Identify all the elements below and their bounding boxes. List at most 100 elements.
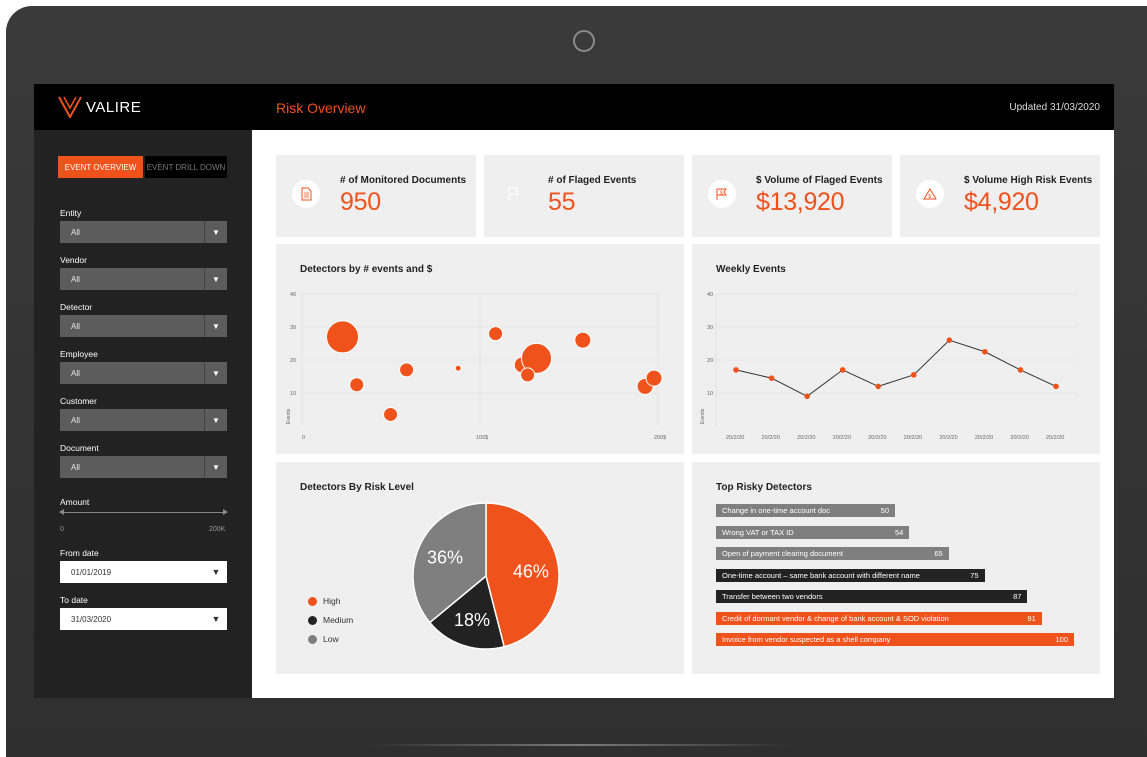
slider-handle-max[interactable] — [223, 509, 228, 515]
chevron-down-icon[interactable]: ▼ — [204, 409, 227, 431]
bar-value: 50 — [880, 506, 889, 515]
y-tick-label: 40 — [707, 292, 713, 298]
kpi-label: # of Flaged Events — [548, 175, 637, 186]
line-chart: 10 20 30 40 20/2/20 20/2/20 20/2/20 20/2/20 20/2… — [700, 292, 1078, 441]
x-tick-label: 20/2/20 — [1046, 435, 1064, 441]
line-point — [733, 367, 739, 373]
chevron-down-icon[interactable]: ▼ — [204, 268, 227, 290]
kpi-value: 55 — [548, 188, 576, 216]
to-date-picker[interactable]: 31/03/2020 ▼ — [60, 608, 227, 630]
y-tick-label: 40 — [290, 292, 296, 298]
bubble-point — [349, 377, 365, 393]
updated-timestamp: Updated 31/03/2020 — [1009, 102, 1100, 113]
pie-slice-label: 36% — [427, 548, 463, 568]
customer-select[interactable]: All ▼ — [60, 409, 227, 431]
page-title: Risk Overview — [276, 100, 366, 116]
x-tick-label: 20/2/20 — [1010, 435, 1028, 441]
bar-label: Transfer between two vendors — [722, 592, 823, 601]
bar-value: 91 — [1027, 613, 1036, 623]
x-tick-label: 0 — [302, 435, 305, 441]
bar-label: Credit of dormant vendor & change of ban… — [722, 613, 949, 623]
bubble-chart-card: Detectors by # events and $ 10 20 30 40 0 100… — [276, 244, 684, 454]
flag-icon — [500, 180, 528, 208]
to-date-label: To date — [60, 595, 88, 605]
document-select-value: All — [71, 462, 80, 472]
filter-label-entity: Entity — [60, 208, 82, 218]
chevron-down-icon[interactable]: ▼ — [204, 315, 227, 337]
amount-label: Amount — [60, 497, 90, 507]
bubble-point — [383, 406, 399, 422]
y-tick-label: 20 — [290, 358, 296, 364]
filter-label-customer: Customer — [60, 396, 97, 406]
document-select[interactable]: All ▼ — [60, 456, 227, 478]
bar-value: 54 — [894, 527, 904, 537]
kpi-value: $13,920 — [756, 188, 845, 216]
brand-logo[interactable]: VALIRE — [58, 96, 141, 118]
filter-label-document: Document — [60, 443, 99, 453]
bubble-chart: 10 20 30 40 0 100$ 200$ Events — [286, 292, 666, 441]
y-tick-label: 10 — [707, 391, 713, 397]
kpi-card-high-risk-volume[interactable]: $ $ Volume High Risk Events $4,920 — [900, 155, 1100, 237]
kpi-value: $4,920 — [964, 188, 1039, 216]
bar-label: Open of payment clearing document — [722, 549, 843, 558]
amount-max-label: 200K — [209, 526, 226, 533]
y-tick-label: 30 — [290, 325, 296, 331]
bar-row[interactable]: Wrong VAT or TAX ID 54 — [716, 525, 910, 539]
vendor-select-value: All — [71, 274, 80, 284]
x-tick-label: 20/2/20 — [726, 435, 744, 441]
device-reflection — [370, 744, 790, 746]
kpi-value: 950 — [340, 188, 381, 216]
line-chart-card: Weekly Events 10 20 30 40 20/2/20 20/2/20 20/2… — [692, 244, 1100, 454]
bar-row[interactable]: Transfer between two vendors 87 — [716, 590, 1028, 603]
y-tick-label: 10 — [290, 391, 296, 397]
line-point — [839, 367, 846, 373]
main-content: # of Monitored Documents 950 # of Flaged… — [252, 130, 1114, 698]
x-tick-label: 100$ — [476, 435, 488, 441]
bar-row[interactable]: One-time account – same bank account wit… — [716, 568, 985, 582]
filter-label-vendor: Vendor — [60, 255, 87, 265]
kpi-card-volume-flaged-events[interactable]: $ $ Volume of Flaged Events $13,920 — [692, 155, 892, 237]
employee-select[interactable]: All ▼ — [60, 362, 227, 384]
bar-label: One-time account – same bank account wit… — [722, 570, 920, 580]
x-tick-label: 20/2/20 — [762, 435, 780, 441]
detector-select[interactable]: All ▼ — [60, 315, 227, 337]
bar-label: Wrong VAT or TAX ID — [722, 527, 794, 537]
bar-value: 65 — [934, 549, 943, 558]
filter-label-detector: Detector — [60, 302, 93, 312]
bubble-point — [488, 326, 504, 342]
chevron-down-icon[interactable]: ▼ — [205, 567, 227, 577]
slider-handle-min[interactable] — [59, 509, 64, 515]
kpi-card-monitored-documents[interactable]: # of Monitored Documents 950 — [276, 155, 476, 237]
chevron-down-icon[interactable]: ▼ — [204, 221, 227, 243]
x-tick-label: 20/2/20 — [868, 435, 886, 441]
detector-select-value: All — [71, 321, 80, 331]
pie-slice-label: 18% — [454, 610, 490, 630]
from-date-picker[interactable]: 01/01/2019 ▼ — [60, 561, 227, 583]
employee-select-value: All — [71, 368, 80, 378]
bar-row[interactable]: Open of payment clearing document 65 — [716, 547, 949, 560]
app-screen: VALIRE Risk Overview Updated 31/03/2020 … — [34, 84, 1114, 698]
entity-select-value: All — [71, 227, 80, 237]
chevron-down-icon[interactable]: ▼ — [205, 614, 227, 624]
filter-label-employee: Employee — [60, 349, 98, 359]
amount-slider-track[interactable] — [59, 509, 228, 515]
bar-row[interactable]: Change in one-time account doc 50 — [716, 504, 895, 517]
kpi-card-flaged-events[interactable]: # of Flaged Events 55 — [484, 155, 684, 237]
bubble-point — [454, 364, 462, 372]
tab-event-drill-down[interactable]: EVENT DRILL DOWN — [145, 156, 227, 178]
chevron-down-icon[interactable]: ▼ — [204, 362, 227, 384]
to-date-value: 31/03/2020 — [71, 614, 112, 624]
bubble-point — [399, 362, 415, 378]
top-risky-detectors-card: Top Risky Detectors Change in one-time a… — [692, 462, 1100, 674]
chevron-down-icon[interactable]: ▼ — [204, 456, 227, 478]
bar-row[interactable]: Invoice from vendor suspected as a shell… — [716, 633, 1074, 646]
entity-select[interactable]: All ▼ — [60, 221, 227, 243]
kpi-label: # of Monitored Documents — [340, 175, 467, 186]
bubble-point — [520, 367, 536, 383]
line-point — [1053, 383, 1059, 390]
vendor-select[interactable]: All ▼ — [60, 268, 227, 290]
tab-event-overview[interactable]: EVENT OVERVIEW — [58, 156, 143, 178]
bar-row[interactable]: Credit of dormant vendor & change of ban… — [716, 611, 1042, 625]
sidebar: EVENT OVERVIEW EVENT DRILL DOWN Entity A… — [34, 130, 252, 698]
pie-chart-card: Detectors By Risk Level High Medium Low … — [276, 462, 684, 674]
